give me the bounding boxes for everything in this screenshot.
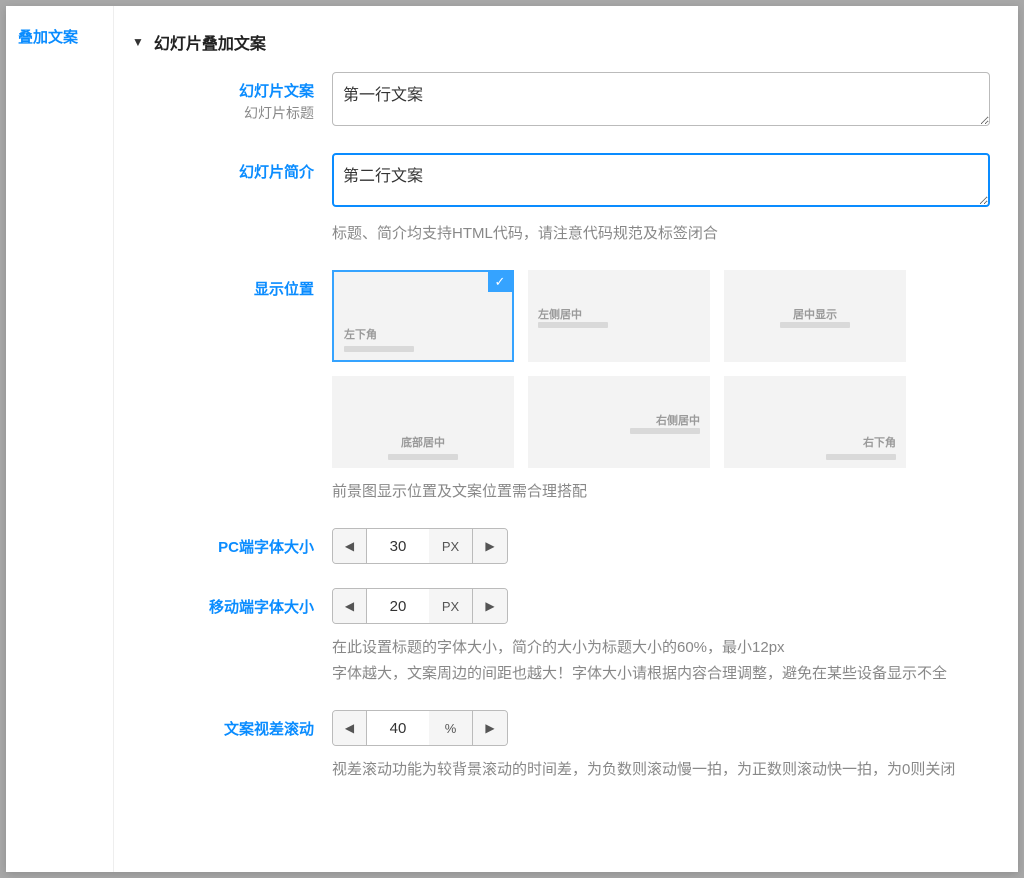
parallax-increase-button[interactable]: ▶: [473, 711, 507, 745]
settings-panel: 叠加文案 ▼ 幻灯片叠加文案 幻灯片文案 幻灯片标题 幻灯片简介 标题、简介均支…: [6, 6, 1018, 872]
field-slide-intro: 幻灯片简介 标题、简介均支持HTML代码，请注意代码规范及标签闭合: [128, 153, 990, 246]
pc-font-unit: PX: [429, 529, 473, 563]
pc-font-value-input[interactable]: [367, 529, 429, 563]
label-parallax: 文案视差滚动: [128, 718, 314, 739]
field-parallax: 文案视差滚动 ◀ % ▶ 视差滚动功能为较背景滚动的时间差，为负数则滚动慢一拍，…: [128, 710, 990, 782]
pc-font-increase-button[interactable]: ▶: [473, 529, 507, 563]
chevron-down-icon: ▼: [132, 35, 144, 49]
help-parallax: 视差滚动功能为较背景滚动的时间差，为负数则滚动慢一拍，为正数则滚动快一拍，为0则…: [332, 758, 990, 782]
position-option-right-center[interactable]: 右侧居中: [528, 376, 710, 468]
parallax-unit: %: [429, 711, 473, 745]
label-mobile-font: 移动端字体大小: [128, 596, 314, 617]
mobile-font-decrease-button[interactable]: ◀: [333, 589, 367, 623]
position-option-bottom-left[interactable]: ✓ 左下角: [332, 270, 514, 362]
help-html-support: 标题、简介均支持HTML代码，请注意代码规范及标签闭合: [332, 222, 990, 246]
mobile-font-stepper: ◀ PX ▶: [332, 588, 508, 624]
help-mobile-font-1: 在此设置标题的字体大小，简介的大小为标题大小的60%，最小12px: [332, 636, 990, 660]
position-option-left-center[interactable]: 左侧居中: [528, 270, 710, 362]
help-mobile-font-2: 字体越大，文案周边的间距也越大！字体大小请根据内容合理调整，避免在某些设备显示不…: [332, 662, 990, 686]
section-title: 幻灯片叠加文案: [154, 30, 266, 54]
mobile-font-value-input[interactable]: [367, 589, 429, 623]
label-slide-text: 幻灯片文案: [128, 80, 314, 101]
position-grid: ✓ 左下角 左侧居中 居中显示 底部居中: [332, 270, 990, 468]
check-icon: ✓: [488, 272, 512, 292]
field-position: 显示位置 ✓ 左下角 左侧居中 居中显示: [128, 270, 990, 504]
main-content: ▼ 幻灯片叠加文案 幻灯片文案 幻灯片标题 幻灯片简介 标题、简介均支持HTML…: [114, 6, 1018, 872]
sublabel-slide-title: 幻灯片标题: [128, 103, 314, 123]
mobile-font-unit: PX: [429, 589, 473, 623]
label-pc-font: PC端字体大小: [128, 536, 314, 557]
position-option-center[interactable]: 居中显示: [724, 270, 906, 362]
position-option-bottom-right[interactable]: 右下角: [724, 376, 906, 468]
field-slide-text: 幻灯片文案 幻灯片标题: [128, 72, 990, 129]
sidebar: 叠加文案: [6, 6, 114, 872]
field-mobile-font: 移动端字体大小 ◀ PX ▶ 在此设置标题的字体大小，简介的大小为标题大小的60…: [128, 588, 990, 686]
parallax-stepper: ◀ % ▶: [332, 710, 508, 746]
slide-text-input[interactable]: [332, 72, 990, 126]
section-header[interactable]: ▼ 幻灯片叠加文案: [128, 24, 990, 72]
position-option-bottom-center[interactable]: 底部居中: [332, 376, 514, 468]
parallax-decrease-button[interactable]: ◀: [333, 711, 367, 745]
sidebar-tab-overlay-text[interactable]: 叠加文案: [18, 26, 101, 47]
mobile-font-increase-button[interactable]: ▶: [473, 589, 507, 623]
pc-font-decrease-button[interactable]: ◀: [333, 529, 367, 563]
label-position: 显示位置: [128, 278, 314, 299]
slide-intro-input[interactable]: [332, 153, 990, 207]
help-position: 前景图显示位置及文案位置需合理搭配: [332, 480, 990, 504]
pc-font-stepper: ◀ PX ▶: [332, 528, 508, 564]
parallax-value-input[interactable]: [367, 711, 429, 745]
label-slide-intro: 幻灯片简介: [128, 161, 314, 182]
field-pc-font: PC端字体大小 ◀ PX ▶: [128, 528, 990, 564]
